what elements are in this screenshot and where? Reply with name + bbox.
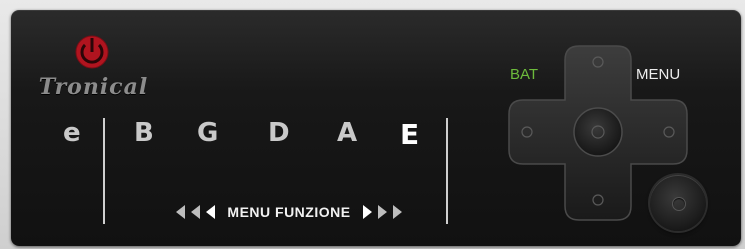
arrow-left-icon — [206, 205, 216, 219]
string-label-a: A — [337, 118, 358, 148]
menu-funzione-label: MENU FUNZIONE — [227, 204, 351, 220]
power-icon — [75, 35, 109, 69]
arrow-right-icon — [392, 205, 402, 219]
dpad-center-button[interactable] — [573, 107, 623, 157]
string-label-e-low: E — [400, 118, 420, 151]
arrow-left-icon — [191, 205, 201, 219]
arrow-left-icon — [176, 205, 186, 219]
left-divider — [103, 118, 105, 224]
round-button-icon — [672, 197, 686, 211]
right-divider — [446, 118, 448, 224]
menu-funzione-bar[interactable]: MENU FUNZIONE — [154, 200, 424, 224]
device-panel: Tronical e B G D A E MENU FUNZIONE BAT M… — [11, 10, 741, 246]
string-label-b: B — [134, 118, 154, 148]
round-button[interactable] — [650, 175, 706, 231]
frame: Tronical e B G D A E MENU FUNZIONE BAT M… — [0, 0, 745, 249]
arrow-right-icon — [362, 205, 372, 219]
string-label-e: e — [63, 118, 81, 148]
string-label-d: D — [268, 118, 290, 148]
string-label-g: G — [197, 118, 219, 148]
brand-name: Tronical — [38, 74, 149, 100]
arrow-right-icon — [377, 205, 387, 219]
brand-logo: Tronical — [31, 32, 156, 104]
